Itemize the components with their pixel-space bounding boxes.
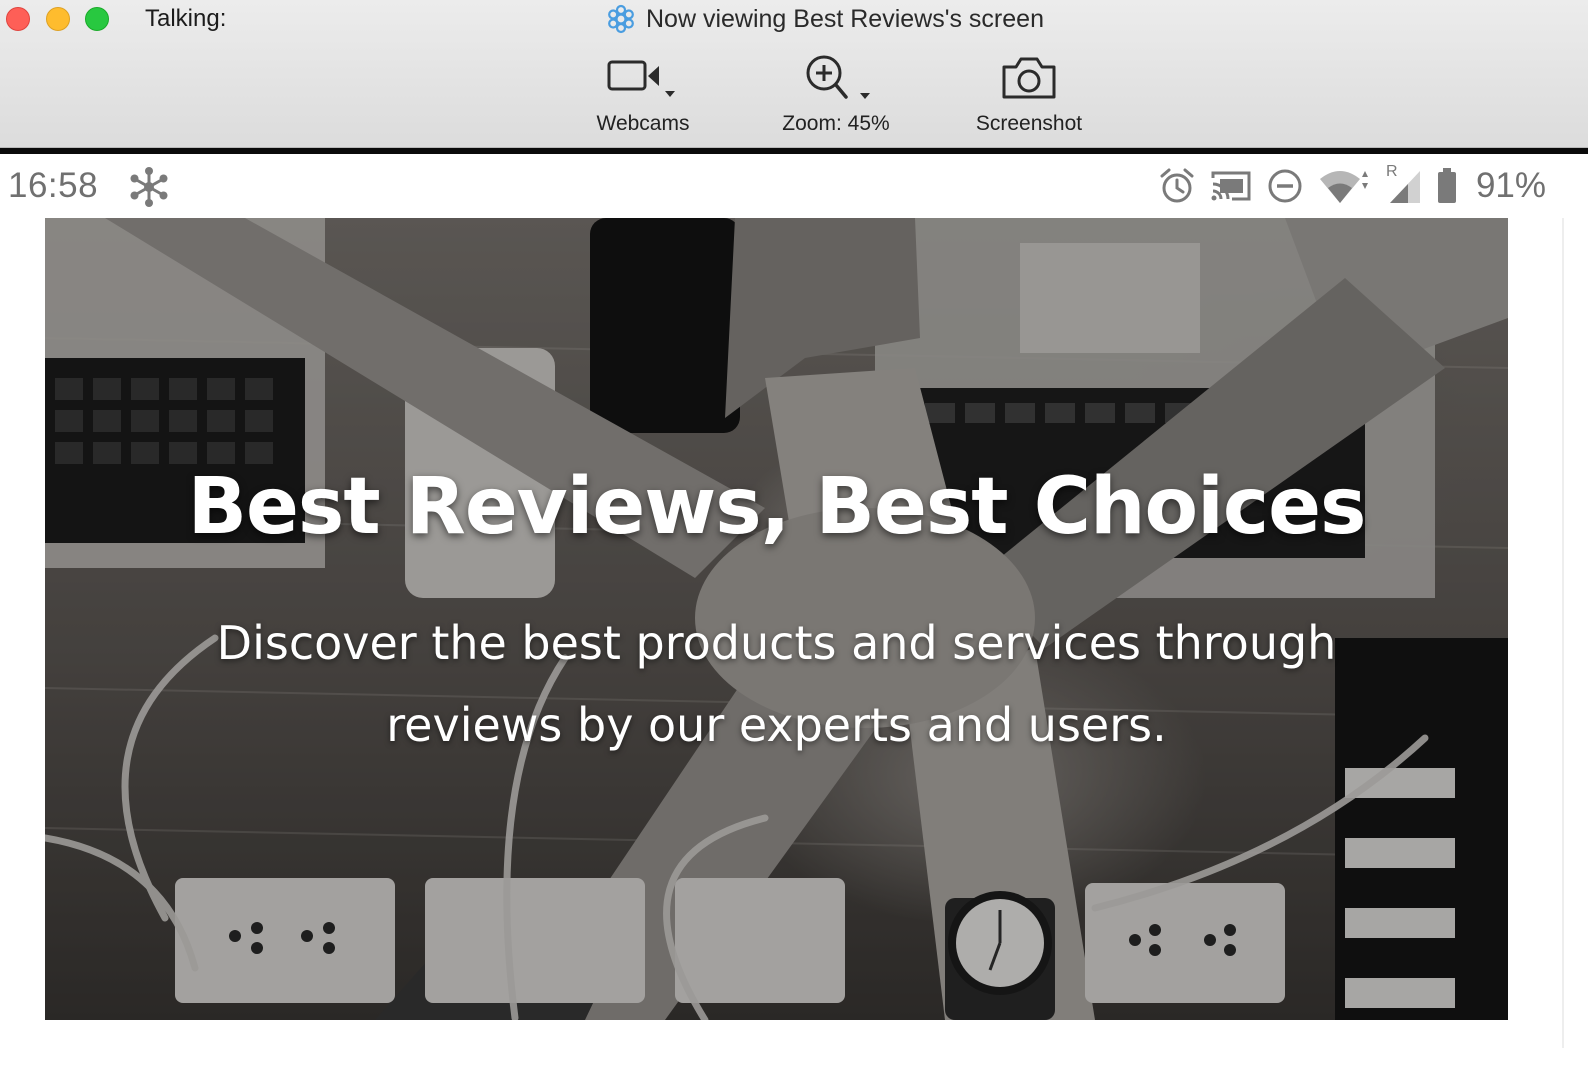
- viewport-edge: [1562, 218, 1564, 1048]
- window-toolbar: Talking: Now viewing Best Reviews's scre…: [0, 0, 1588, 148]
- battery-icon: [1437, 168, 1456, 203]
- screenshot-button[interactable]: Screenshot: [964, 52, 1094, 142]
- hero-headline: Best Reviews, Best Choices: [187, 462, 1367, 552]
- minimize-window-button[interactable]: [46, 7, 70, 31]
- device-status-bar: 16:58 R 91%: [0, 154, 1588, 218]
- hero-subtitle-line-2: reviews by our experts and users.: [386, 698, 1167, 752]
- talking-label: Talking:: [145, 5, 227, 32]
- status-icons: R 91%: [1158, 163, 1546, 206]
- cast-icon: [1211, 171, 1251, 201]
- screenshot-label: Screenshot: [975, 112, 1083, 135]
- zoom-in-icon: [806, 55, 870, 99]
- signal-icon: R: [1386, 163, 1422, 205]
- hero-subtitle: Discover the best products and services …: [45, 602, 1508, 766]
- zoom-button[interactable]: Zoom: 45%: [770, 52, 902, 142]
- do-not-disturb-icon: [1268, 169, 1302, 203]
- wifi-icon: [1319, 171, 1368, 203]
- webcams-button[interactable]: Webcams: [588, 52, 698, 142]
- camera-icon: [1002, 57, 1056, 99]
- hero-banner: Best Reviews, Best Choices Discover the …: [45, 218, 1508, 1020]
- snowflake-icon: [130, 167, 168, 207]
- close-window-button[interactable]: [6, 7, 30, 31]
- webcams-label: Webcams: [596, 112, 690, 135]
- battery-percent: 91%: [1475, 166, 1546, 205]
- window-title-text: Now viewing Best Reviews's screen: [646, 4, 1044, 33]
- video-camera-icon: [607, 60, 675, 97]
- hero-subtitle-line-1: Discover the best products and services …: [216, 616, 1337, 670]
- window-title: Now viewing Best Reviews's screen: [606, 3, 1044, 35]
- zoom-window-button[interactable]: [85, 7, 109, 31]
- screen-share-app-icon: [608, 4, 634, 34]
- status-time: 16:58: [8, 166, 99, 205]
- zoom-label: Zoom: 45%: [782, 112, 890, 135]
- alarm-icon: [1160, 168, 1194, 203]
